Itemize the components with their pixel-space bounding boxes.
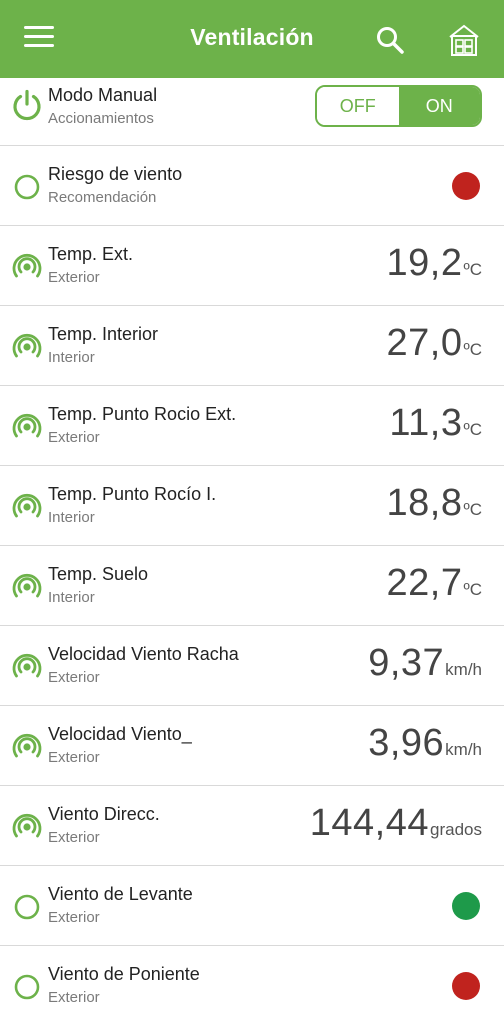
sensor-signal-icon bbox=[12, 493, 42, 518]
item-subtitle: Exterior bbox=[48, 429, 100, 446]
status-dot-red bbox=[452, 972, 480, 1000]
sensor-reading: 19,2 ºC bbox=[387, 242, 482, 285]
item-name: Temp. Suelo bbox=[48, 564, 149, 584]
item-name: Temp. Punto Rocío I. bbox=[48, 484, 217, 504]
item-subtitle: Interior bbox=[48, 349, 95, 366]
sensor-signal-icon bbox=[12, 653, 42, 678]
item-name: Viento de Levante bbox=[48, 884, 193, 904]
sensor-reading: 27,0 ºC bbox=[387, 322, 482, 365]
item-subtitle: Exterior bbox=[48, 269, 100, 286]
circle-icon bbox=[14, 894, 40, 920]
reading-unit: ºC bbox=[463, 420, 483, 439]
reading-unit: km/h bbox=[445, 660, 482, 679]
sensor-signal-icon bbox=[12, 813, 42, 838]
reading-value: 11,3 bbox=[389, 402, 463, 444]
sensor-row[interactable]: Velocidad Viento Racha Exterior 9,37 km/h bbox=[0, 626, 504, 706]
sensor-reading: 18,8 ºC bbox=[387, 482, 482, 525]
toggle-on-option[interactable]: ON bbox=[398, 87, 480, 125]
item-name: Velocidad Viento_ bbox=[48, 724, 192, 744]
off-on-toggle[interactable]: OFF ON bbox=[315, 85, 482, 127]
item-name: Temp. Ext. bbox=[48, 244, 134, 264]
reading-value: 22,7 bbox=[386, 562, 463, 604]
app-bar: Ventilación bbox=[0, 0, 504, 78]
sensor-row[interactable]: Viento Direcc. Exterior 144,44 grados bbox=[0, 786, 504, 866]
sensor-reading: 11,3 ºC bbox=[389, 402, 482, 445]
item-name: Modo Manual bbox=[48, 85, 158, 105]
item-subtitle: Exterior bbox=[48, 989, 100, 1006]
sensor-signal-icon bbox=[12, 573, 42, 598]
list-item-modo-manual[interactable]: Modo Manual Accionamientos OFF ON bbox=[0, 78, 504, 146]
reading-value: 27,0 bbox=[386, 322, 463, 364]
reading-value: 144,44 bbox=[309, 802, 430, 844]
item-name: Riesgo de viento bbox=[48, 164, 183, 184]
item-name: Velocidad Viento Racha bbox=[48, 644, 239, 664]
sensor-row[interactable]: Temp. Ext. Exterior 19,2 ºC bbox=[0, 226, 504, 306]
reading-value: 18,8 bbox=[386, 482, 463, 524]
sensor-reading: 22,7 ºC bbox=[387, 562, 482, 605]
list-item-viento-de-levante[interactable]: Viento de Levante Exterior bbox=[0, 866, 504, 946]
reading-unit: ºC bbox=[463, 500, 483, 519]
reading-value: 19,2 bbox=[386, 242, 463, 284]
item-subtitle: Recomendación bbox=[48, 189, 157, 206]
list-item-viento-de-poniente[interactable]: Viento de Poniente Exterior bbox=[0, 946, 504, 1024]
item-subtitle: Exterior bbox=[48, 909, 100, 926]
sensor-signal-icon bbox=[12, 733, 42, 758]
reading-unit: ºC bbox=[463, 340, 483, 359]
home-icon[interactable] bbox=[446, 22, 482, 58]
reading-value: 3,96 bbox=[368, 722, 445, 764]
sensor-reading: 9,37 km/h bbox=[368, 642, 482, 685]
reading-unit: ºC bbox=[463, 580, 483, 599]
item-subtitle: Accionamientos bbox=[48, 110, 154, 127]
sensor-row[interactable]: Velocidad Viento_ Exterior 3,96 km/h bbox=[0, 706, 504, 786]
circle-icon bbox=[14, 174, 40, 200]
status-dot-green bbox=[452, 892, 480, 920]
sensor-row[interactable]: Temp. Suelo Interior 22,7 ºC bbox=[0, 546, 504, 626]
item-name: Temp. Interior bbox=[48, 324, 159, 344]
status-dot-red bbox=[452, 172, 480, 200]
list-item-riesgo-de-viento[interactable]: Riesgo de viento Recomendación bbox=[0, 146, 504, 226]
search-icon[interactable] bbox=[374, 24, 408, 58]
item-subtitle: Exterior bbox=[48, 749, 100, 766]
device-list: Modo Manual Accionamientos OFF ON Riesgo… bbox=[0, 78, 504, 1024]
item-subtitle: Interior bbox=[48, 589, 95, 606]
power-icon bbox=[13, 89, 41, 121]
reading-value: 9,37 bbox=[368, 642, 445, 684]
reading-unit: km/h bbox=[445, 740, 482, 759]
circle-icon bbox=[14, 974, 40, 1000]
item-subtitle: Exterior bbox=[48, 669, 100, 686]
sensor-signal-icon bbox=[12, 333, 42, 358]
item-name: Viento de Poniente bbox=[48, 964, 200, 984]
sensor-reading: 3,96 km/h bbox=[368, 722, 482, 765]
item-subtitle: Exterior bbox=[48, 829, 100, 846]
sensor-signal-icon bbox=[12, 413, 42, 438]
reading-unit: grados bbox=[430, 820, 482, 839]
sensor-row[interactable]: Temp. Punto Rocio Ext. Exterior 11,3 ºC bbox=[0, 386, 504, 466]
item-subtitle: Interior bbox=[48, 509, 95, 526]
sensor-reading: 144,44 grados bbox=[310, 802, 482, 845]
sensor-row[interactable]: Temp. Interior Interior 27,0 ºC bbox=[0, 306, 504, 386]
page-title: Ventilación bbox=[190, 24, 314, 50]
item-name: Temp. Punto Rocio Ext. bbox=[48, 404, 237, 424]
toggle-off-option[interactable]: OFF bbox=[317, 87, 399, 125]
sensor-row[interactable]: Temp. Punto Rocío I. Interior 18,8 ºC bbox=[0, 466, 504, 546]
item-name: Viento Direcc. bbox=[48, 804, 160, 824]
reading-unit: ºC bbox=[463, 260, 483, 279]
sensor-signal-icon bbox=[12, 253, 42, 278]
